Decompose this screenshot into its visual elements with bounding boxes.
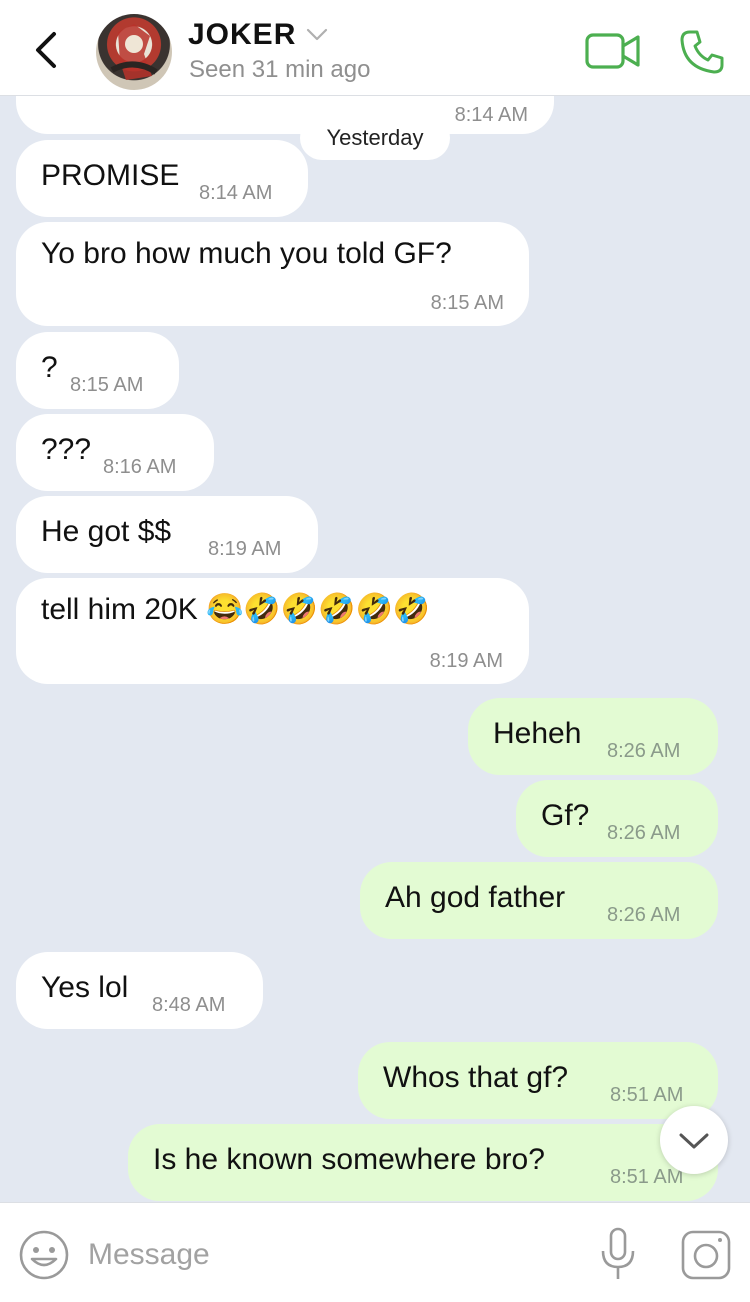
scroll-to-bottom-button[interactable] [660,1106,728,1174]
message-text: ??? [41,433,92,466]
message-bubble[interactable]: He got $$ 8:19 AM [16,496,318,573]
message-bubble[interactable]: tell him 20K 😂🤣🤣🤣🤣🤣 8:19 AM [16,578,529,684]
message-text: Heheh [493,717,582,750]
message-text: tell him 20K 😂🤣🤣🤣🤣🤣 [41,593,431,626]
message-bubble[interactable]: ? 8:15 AM [16,332,179,409]
message-text: Ah god father [385,881,566,914]
message-time: 8:19 AM [208,538,282,560]
contact-title[interactable]: JOKER [188,18,328,52]
message-time: 8:15 AM [430,292,504,314]
message-text: Yes lol [41,971,129,1004]
chat-header: JOKER Seen 31 min ago [0,0,750,96]
message-text: He got $$ [41,515,172,548]
message-time: 8:51 AM [610,1084,684,1106]
message-time: 8:14 AM [199,182,273,204]
smiley-icon[interactable] [18,1229,70,1281]
message-text: Yo bro how much you told GF? [41,237,452,270]
message-input[interactable] [88,1233,568,1277]
message-list[interactable]: 8:14 AM Yesterday PROMISE 8:14 AM Yo bro… [0,96,750,1202]
message-bubble[interactable]: Gf? 8:26 AM [516,780,718,857]
message-time: 8:26 AM [607,822,681,844]
microphone-icon[interactable] [598,1225,638,1283]
message-bubble[interactable]: Ah god father 8:26 AM [360,862,718,939]
date-separator: Yesterday [300,116,450,160]
message-bubble-partial[interactable]: 8:14 AM [16,96,554,134]
back-chevron-icon[interactable] [30,28,64,72]
message-text: Is he known somewhere bro? [153,1143,545,1176]
chevron-down-icon [679,1133,709,1149]
last-seen-status: Seen 31 min ago [189,56,371,83]
video-call-icon[interactable] [585,30,641,72]
message-text: Whos that gf? [383,1061,569,1094]
message-text: Gf? [541,799,590,832]
message-bubble[interactable]: ??? 8:16 AM [16,414,214,491]
message-bubble[interactable]: Is he known somewhere bro? 8:51 AM [128,1124,718,1201]
message-time: 8:15 AM [70,374,144,396]
message-composer [0,1202,750,1302]
message-time: 8:48 AM [152,994,226,1016]
message-time: 8:26 AM [607,904,681,926]
avatar[interactable] [96,14,172,90]
message-text: PROMISE [41,159,180,192]
message-bubble[interactable]: PROMISE 8:14 AM [16,140,308,217]
message-time: 8:26 AM [607,740,681,762]
message-bubble[interactable]: Heheh 8:26 AM [468,698,718,775]
message-bubble[interactable]: Yo bro how much you told GF? 8:15 AM [16,222,529,326]
contact-name[interactable]: JOKER [188,18,296,52]
message-time: 8:16 AM [103,456,177,478]
camera-icon[interactable] [680,1229,732,1281]
message-time: 8:19 AM [429,650,503,672]
message-time: 8:14 AM [454,104,528,126]
phone-icon[interactable] [678,28,726,76]
chevron-down-icon[interactable] [306,28,328,42]
message-text: ? [41,351,58,384]
message-bubble[interactable]: Yes lol 8:48 AM [16,952,263,1029]
